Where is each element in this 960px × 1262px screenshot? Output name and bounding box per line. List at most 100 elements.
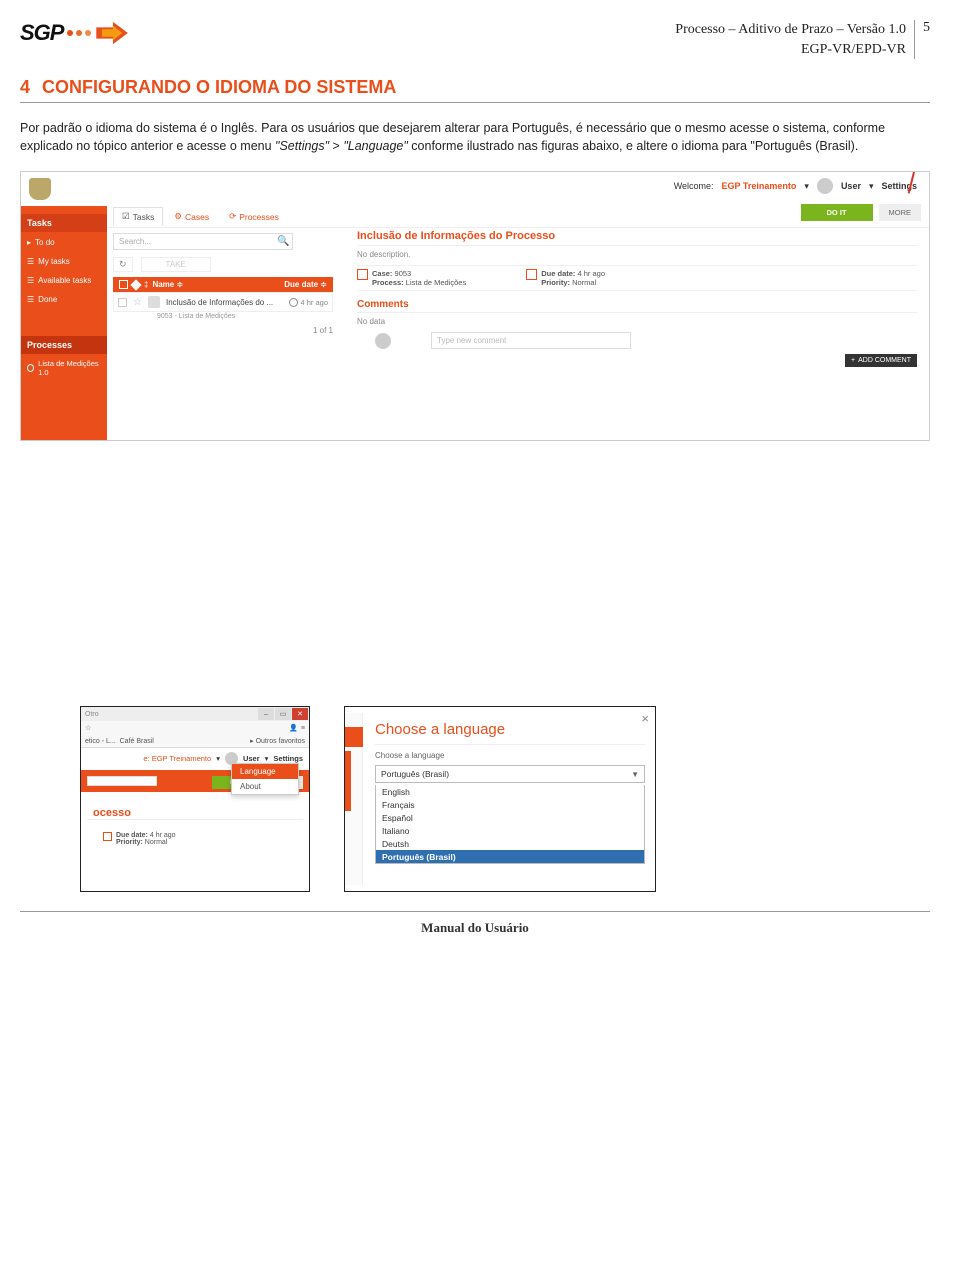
detail-due: Due date: 4 hr ago Priority: Normal [526, 269, 605, 287]
row-sub: 9053 - Lista de Medições [107, 312, 327, 320]
dot-icon [85, 30, 91, 36]
sidebar-item-done[interactable]: ☰Done [21, 291, 107, 308]
radio-icon [27, 364, 34, 372]
close-icon[interactable]: × [641, 711, 649, 726]
take-button[interactable]: TAKE [141, 257, 211, 272]
table-header: ‡ Name ≑ Due date ≑ [113, 277, 333, 292]
page-header: SGP Processo – Aditivo de Prazo – Versão… [20, 20, 930, 59]
sidebar-item-available[interactable]: ☰Available tasks [21, 272, 107, 289]
checkbox-icon[interactable] [118, 298, 127, 307]
doc-title-line2: EGP-VR/EPD-VR [675, 40, 906, 60]
header-meta: Processo – Aditivo de Prazo – Versão 1.0… [675, 20, 930, 59]
sidebar-item-mytasks[interactable]: ☰My tasks [21, 253, 107, 270]
welcome-user: EGP Treinamento [722, 181, 797, 191]
plus-icon: + [851, 357, 855, 364]
detail-title-fragment: ocesso [87, 799, 303, 820]
comments-header: Comments [357, 299, 917, 313]
label: Processes [239, 212, 279, 222]
item-icon [148, 296, 160, 308]
language-option-selected[interactable]: Português (Brasil) [376, 850, 644, 863]
doc-title-line1: Processo – Aditivo de Prazo – Versão 1.0 [675, 20, 906, 40]
detail-due: Due date: 4 hr ago Priority: Normal [103, 832, 309, 846]
menu-icon[interactable]: ≡ [301, 725, 305, 732]
chevron-down-icon[interactable]: ▾ [804, 181, 809, 192]
text-italic: "Settings" [275, 139, 329, 153]
selected-value: Português (Brasil) [381, 769, 449, 779]
table-row[interactable]: ☆ Inclusão de Informações do ... 4 hr ag… [113, 292, 333, 312]
chevron-down-icon[interactable]: ▾ [265, 754, 269, 763]
detail-nodesc: No description. [357, 250, 917, 259]
language-select[interactable]: Português (Brasil) ▼ [375, 765, 645, 783]
tab-cases[interactable]: ⚙Cases [165, 207, 218, 226]
settings-menu[interactable]: Settings [273, 754, 303, 763]
sidebar-header-processes: Processes [21, 336, 107, 354]
tab-processes[interactable]: ⟳Processes [220, 207, 288, 226]
window-titlebar: Otro – ▭ ✕ [81, 707, 309, 721]
col-name[interactable]: Name ≑ [152, 280, 280, 289]
col-due[interactable]: Due date ≑ [284, 280, 327, 289]
menu-item-about[interactable]: About [232, 779, 298, 794]
sidebar-header-tasks: Tasks [21, 214, 107, 232]
star-icon[interactable]: ☆ [133, 297, 142, 308]
checkbox-icon[interactable] [119, 280, 128, 289]
url-fragment: Otro [81, 711, 257, 718]
avatar-icon[interactable] [817, 178, 833, 194]
search-input[interactable]: Search... [113, 233, 293, 250]
window-max-button[interactable]: ▭ [275, 708, 291, 720]
more-button[interactable]: MORE [879, 204, 922, 221]
clock-icon [289, 298, 298, 307]
chevron-down-icon[interactable]: ▾ [216, 754, 220, 763]
language-option[interactable]: Français [376, 798, 644, 811]
language-option[interactable]: English [376, 785, 644, 798]
search-icon[interactable]: 🔍 [277, 236, 289, 247]
user-menu[interactable]: User [243, 754, 260, 763]
menu-item-language[interactable]: Language [232, 764, 298, 779]
window-min-button[interactable]: – [258, 708, 274, 720]
bookmark[interactable]: etico - L... [85, 738, 116, 745]
sidebar-item-process[interactable]: Lista de Medições 1.0 [21, 356, 107, 380]
dot-icon [76, 30, 82, 36]
bookmark-other[interactable]: Outros favoritos [256, 738, 305, 745]
left-strip [345, 713, 363, 885]
chevron-down-icon[interactable]: ▾ [869, 181, 874, 192]
search-input[interactable] [87, 776, 157, 786]
label: To do [35, 238, 55, 247]
logo-text: SGP [20, 20, 63, 46]
browser-toolbar: ☆ 👤 ≡ [81, 721, 309, 735]
logo-graphic [67, 20, 132, 46]
logo: SGP [20, 20, 132, 46]
footer-rule [20, 911, 930, 912]
screenshot-settings-menu: Otro – ▭ ✕ ☆ 👤 ≡ etico - L... Café Brasi… [80, 706, 310, 892]
section-underline [20, 102, 930, 103]
language-option[interactable]: Español [376, 811, 644, 824]
label: 1.0 [38, 368, 48, 377]
add-comment-button[interactable]: +ADD COMMENT [845, 354, 917, 367]
app-topbar: Welcome: EGP Treinamento ▾ User ▾ Settin… [674, 178, 917, 194]
comment-input[interactable]: Type new comment [431, 332, 631, 349]
user-menu[interactable]: User [841, 181, 861, 191]
label: Available tasks [38, 276, 91, 285]
label: Cases [185, 212, 209, 222]
language-option[interactable]: Italiano [376, 824, 644, 837]
text: conforme ilustrado nas figuras abaixo, e… [408, 139, 859, 153]
star-icon[interactable]: ☆ [85, 724, 91, 732]
settings-dropdown: Language About [231, 763, 299, 795]
case-icon [357, 269, 368, 280]
row-name: Inclusão de Informações do ... [166, 298, 284, 307]
comments-nodata: No data [357, 317, 917, 326]
bookmark[interactable]: Café Brasil [120, 738, 154, 745]
avatar-icon[interactable]: 👤 [289, 724, 298, 732]
sort-icon[interactable] [130, 279, 141, 290]
sidebar-item-todo[interactable]: ▸To do [21, 234, 107, 251]
screenshot-language-dialog: × Choose a language Choose a language Po… [344, 706, 656, 892]
pager: 1 of 1 [113, 326, 333, 335]
body-paragraph: Por padrão o idioma do sistema é o Inglê… [20, 119, 930, 155]
tab-tasks[interactable]: ☑Tasks [113, 207, 163, 226]
refresh-button[interactable]: ↻ [113, 257, 133, 272]
language-option[interactable]: Deutsh [376, 837, 644, 850]
doit-button[interactable]: DO IT [801, 204, 873, 221]
detail-panel: Inclusão de Informações do Processo No d… [357, 230, 917, 367]
label: Done [38, 295, 57, 304]
window-close-button[interactable]: ✕ [292, 708, 308, 720]
page-number: 5 [915, 20, 930, 59]
